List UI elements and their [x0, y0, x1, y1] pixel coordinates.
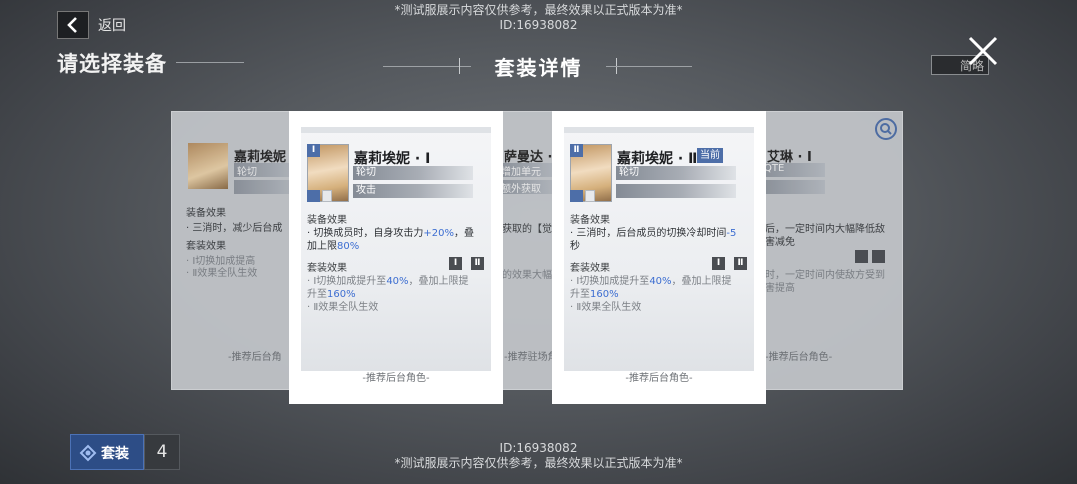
watermark-top: *测试服展示内容仅供参考，最终效果以正式版本为准* ID:16938082: [0, 3, 1077, 33]
set-effect-line2: · Ⅱ效果全队生效: [307, 302, 379, 313]
set-text-value-2: 160%: [590, 289, 619, 300]
recommend-label: -推荐后台角色-: [625, 373, 693, 384]
bg-card-right-tag-empty: [761, 180, 825, 194]
equip-text-value-1: -5: [726, 228, 737, 239]
bg-card-right-line3: 时，一定时间内使敌方受到: [765, 270, 885, 281]
card-tag-2: 攻击: [353, 184, 473, 198]
bg-card-left-line1: · 三消时，减少后台成: [186, 223, 283, 234]
equip-effect-text: · 切换成员时，自身攻击力+20%，叠加上限80%: [307, 227, 477, 253]
watermark-notice: *测试服展示内容仅供参考，最终效果以正式版本为准*: [394, 456, 683, 470]
recommend-label: -推荐后台角色-: [362, 373, 430, 384]
set-effect-text: · Ⅰ切换加成提升至40%，叠加上限提升至160%: [307, 275, 477, 301]
set-text-1: · Ⅰ切换加成提升至: [570, 276, 650, 287]
modal-title: 套装详情: [494, 56, 583, 80]
equip-slot-icon: [585, 190, 595, 202]
bg-card-mid-line2: 的效果大幅: [502, 270, 552, 281]
rank-badge: Ⅱ: [570, 144, 583, 157]
equip-type-icon: [307, 190, 320, 202]
bg-card-left[interactable]: 嘉莉埃妮 轮切 装备效果 · 三消时，减少后台成 套装效果 · Ⅰ切换加成提高 …: [171, 111, 296, 390]
bg-card-mid-tag2: 额外获取: [498, 180, 554, 195]
equip-effect-text: · 三消时，后台成员的切换冷却时间-5 秒: [570, 227, 740, 253]
current-tag: 当前: [697, 148, 723, 163]
bg-card-right-rank-box-2: [872, 250, 885, 263]
equip-text-value-1: +20%: [423, 228, 454, 239]
set-effect-text: · Ⅰ切换加成提升至40%，叠加上限提升至160%: [570, 275, 740, 301]
bg-card-right-rank-box-1: [855, 250, 868, 263]
bg-card-left-recommend: -推荐后台角: [228, 352, 282, 363]
bg-card-right-line1: 后，一定时间内大幅降低敌: [765, 224, 885, 235]
equip-slot-icon: [322, 190, 332, 202]
watermark-id: ID:16938082: [499, 18, 578, 32]
set-effect-title: 套装效果: [570, 263, 610, 274]
close-icon: [968, 36, 998, 66]
set-text-value-1: 40%: [649, 276, 672, 287]
set-rank-box-1: Ⅰ: [449, 257, 462, 270]
card-tag-1: 轮切: [616, 166, 736, 180]
bg-card-mid-recommend: -推荐驻场角: [504, 352, 555, 363]
card-name: 嘉莉埃妮 · Ⅱ: [617, 151, 698, 167]
card-topbar: [564, 127, 754, 133]
watermark-id: ID:16938082: [499, 441, 578, 455]
bg-card-left-portrait: [188, 143, 228, 189]
rank-badge: Ⅰ: [307, 144, 320, 157]
modal-title-line-right: [606, 66, 692, 67]
equip-effect-title: 装备效果: [307, 215, 347, 226]
card-name: 嘉莉埃妮 · Ⅰ: [354, 151, 431, 167]
search-icon[interactable]: [874, 117, 898, 141]
bg-card-left-sec1: 装备效果: [186, 208, 226, 219]
set-text-value-2: 160%: [327, 289, 356, 300]
watermark-notice: *测试服展示内容仅供参考，最终效果以正式版本为准*: [394, 3, 683, 17]
card-topbar: [301, 127, 491, 133]
equip-text-2: 秒: [570, 241, 580, 252]
set-rank-box-2: Ⅱ: [734, 257, 747, 270]
equipment-card-2[interactable]: Ⅱ 嘉莉埃妮 · Ⅱ 当前 轮切 装备效果 · 三消时，后台成员的切换冷却时间-…: [552, 111, 766, 404]
bg-card-right-tag: QTE: [761, 163, 825, 177]
equip-text-1: · 三消时，后台成员的切换冷却时间: [570, 228, 727, 239]
back-label[interactable]: 返回: [98, 15, 126, 35]
watermark-bottom: ID:16938082 *测试服展示内容仅供参考，最终效果以正式版本为准*: [0, 441, 1077, 471]
bg-card-mid-tag1: 增加单元: [498, 163, 554, 178]
equip-effect-title: 装备效果: [570, 215, 610, 226]
bg-card-left-tag-empty: [234, 180, 295, 194]
bg-card-left-line3: · Ⅱ效果全队生效: [186, 268, 258, 279]
bg-card-right-line2: 害减免: [765, 237, 795, 248]
bg-card-right[interactable]: 艾琳 · Ⅰ QTE 后，一定时间内大幅降低敌 害减免 时，一定时间内使敌方受到…: [760, 111, 903, 390]
equip-text-1: · 切换成员时，自身攻击力: [307, 228, 424, 239]
set-rank-box-1: Ⅰ: [712, 257, 725, 270]
card-tag-empty: [616, 184, 736, 198]
equip-text-value-2: 80%: [337, 241, 360, 252]
set-rank-box-2: Ⅱ: [471, 257, 484, 270]
set-effect-line2: · Ⅱ效果全队生效: [570, 302, 642, 313]
bg-card-left-tag: 轮切: [234, 163, 295, 178]
equipment-card-1[interactable]: Ⅰ 嘉莉埃妮 · Ⅰ 轮切 攻击 装备效果 · 切换成员时，自身攻击力+20%，…: [289, 111, 503, 404]
bg-card-mid-line1: 获取的【觉: [502, 224, 552, 235]
card-tag-1: 轮切: [353, 166, 473, 180]
equip-type-icon: [570, 190, 583, 202]
set-effect-title: 套装效果: [307, 263, 347, 274]
bg-card-mid[interactable]: 萨曼达 · 增加单元 额外获取 获取的【觉 的效果大幅 -推荐驻场角: [497, 111, 555, 390]
close-button[interactable]: [963, 31, 1003, 71]
bg-card-right-recommend: -推荐后台角色-: [765, 352, 833, 363]
back-arrow-icon: [67, 17, 77, 33]
set-text-value-1: 40%: [386, 276, 409, 287]
bg-card-right-line4: 害提高: [765, 283, 795, 294]
back-button[interactable]: [57, 11, 89, 39]
bg-card-left-sec2: 套装效果: [186, 241, 226, 252]
set-text-1: · Ⅰ切换加成提升至: [307, 276, 387, 287]
